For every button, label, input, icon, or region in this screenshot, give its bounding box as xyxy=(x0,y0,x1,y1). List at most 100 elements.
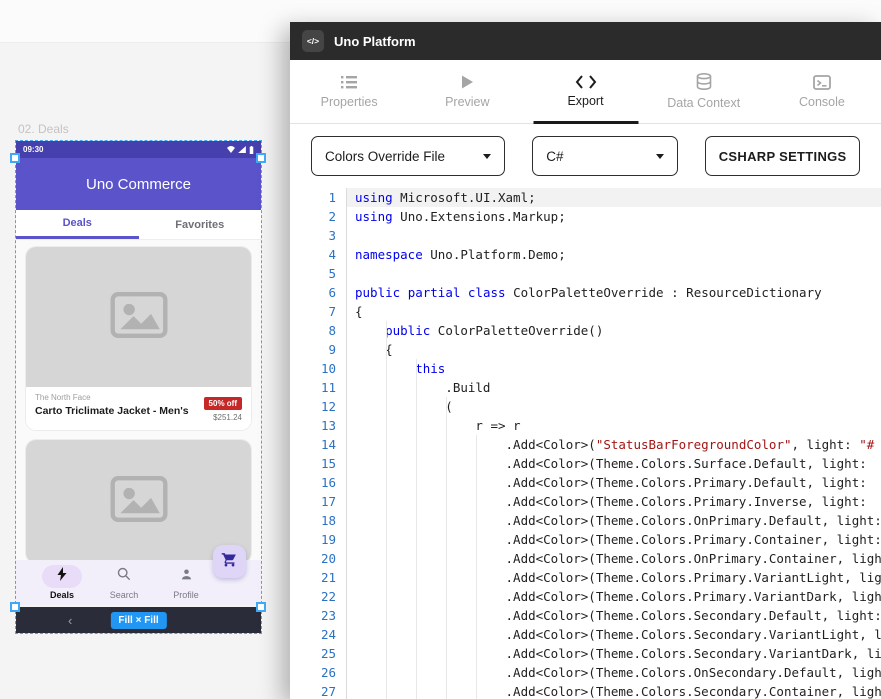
product-title: Carto Triclimate Jacket - Men's xyxy=(35,405,204,417)
line-number: 1 xyxy=(290,188,347,207)
code-line[interactable]: 15 .Add<Color>(Theme.Colors.Surface.Defa… xyxy=(290,454,881,473)
app-tab-deals[interactable]: Deals xyxy=(16,210,139,239)
line-number: 4 xyxy=(290,245,347,264)
line-number: 8 xyxy=(290,321,347,340)
panel-tab-console[interactable]: Console xyxy=(763,60,881,123)
code-line[interactable]: 20 .Add<Color>(Theme.Colors.OnPrimary.Co… xyxy=(290,549,881,568)
code-line[interactable]: 7 { xyxy=(290,302,881,321)
code-line[interactable]: 14 .Add<Color>("StatusBarForegroundColor… xyxy=(290,435,881,454)
chevron-down-icon xyxy=(483,154,491,159)
code-editor[interactable]: 1 using Microsoft.UI.Xaml; 2 using Uno.E… xyxy=(290,188,881,699)
selection-handle-top-left[interactable] xyxy=(10,153,20,163)
product-card[interactable] xyxy=(26,440,251,560)
frame-label[interactable]: 02. Deals xyxy=(18,122,69,136)
line-number: 18 xyxy=(290,511,347,530)
line-number: 23 xyxy=(290,606,347,625)
code-line[interactable]: 8 public ColorPaletteOverride() xyxy=(290,321,881,340)
panel-tab-export[interactable]: Export xyxy=(526,60,644,123)
line-number: 16 xyxy=(290,473,347,492)
line-number: 15 xyxy=(290,454,347,473)
lightning-icon xyxy=(56,567,68,586)
app-tab-favorites[interactable]: Favorites xyxy=(139,210,262,239)
product-brand: The North Face xyxy=(35,393,204,402)
panel-tab-properties[interactable]: Properties xyxy=(290,60,408,123)
battery-icon xyxy=(249,146,254,154)
line-number: 3 xyxy=(290,226,347,245)
signal-icon xyxy=(238,146,246,153)
code-line[interactable]: 11 .Build xyxy=(290,378,881,397)
cart-icon xyxy=(221,551,238,573)
image-placeholder-icon xyxy=(110,292,168,343)
code-line[interactable]: 12 ( xyxy=(290,397,881,416)
product-card[interactable]: The North Face Carto Triclimate Jacket -… xyxy=(26,247,251,430)
line-number: 24 xyxy=(290,625,347,644)
code-line[interactable]: 3 xyxy=(290,226,881,245)
properties-icon xyxy=(339,74,359,90)
line-number: 26 xyxy=(290,663,347,682)
line-number: 9 xyxy=(290,340,347,359)
bottom-nav-item-deals[interactable]: Deals xyxy=(31,560,93,605)
code-line[interactable]: 24 .Add<Color>(Theme.Colors.Secondary.Va… xyxy=(290,625,881,644)
selection-handle-bottom-left[interactable] xyxy=(10,602,20,612)
code-line[interactable]: 4 namespace Uno.Platform.Demo; xyxy=(290,245,881,264)
uno-platform-panel: </> Uno Platform Properties Preview Expo… xyxy=(290,22,881,699)
app-title: Uno Commerce xyxy=(86,176,191,193)
line-number: 6 xyxy=(290,283,347,302)
image-placeholder-icon xyxy=(110,476,168,527)
fill-size-badge[interactable]: Fill × Fill xyxy=(110,612,166,629)
code-line[interactable]: 5 xyxy=(290,264,881,283)
code-line[interactable]: 19 .Add<Color>(Theme.Colors.Primary.Cont… xyxy=(290,530,881,549)
code-line[interactable]: 21 .Add<Color>(Theme.Colors.Primary.Vari… xyxy=(290,568,881,587)
chevron-down-icon xyxy=(656,154,664,159)
code-line[interactable]: 10 this xyxy=(290,359,881,378)
file-type-dropdown[interactable]: Colors Override File xyxy=(311,136,505,176)
product-price: $251.24 xyxy=(204,413,242,422)
line-number: 7 xyxy=(290,302,347,321)
code-line[interactable]: 18 .Add<Color>(Theme.Colors.OnPrimary.De… xyxy=(290,511,881,530)
code-line[interactable]: 25 .Add<Color>(Theme.Colors.Secondary.Va… xyxy=(290,644,881,663)
back-chevron-icon[interactable]: ‹ xyxy=(68,614,72,627)
panel-tab-bar: Properties Preview Export Data Context C… xyxy=(290,60,881,124)
line-number: 22 xyxy=(290,587,347,606)
bottom-nav-item-search[interactable]: Search xyxy=(93,560,155,605)
code-line[interactable]: 9 { xyxy=(290,340,881,359)
console-icon xyxy=(813,75,831,90)
code-line[interactable]: 1 using Microsoft.UI.Xaml; xyxy=(290,188,881,207)
line-number: 13 xyxy=(290,416,347,435)
product-image-placeholder xyxy=(26,247,251,387)
line-number: 2 xyxy=(290,207,347,226)
line-number: 12 xyxy=(290,397,347,416)
code-line[interactable]: 26 .Add<Color>(Theme.Colors.OnSecondary.… xyxy=(290,663,881,682)
line-number: 11 xyxy=(290,378,347,397)
language-dropdown[interactable]: C# xyxy=(532,136,678,176)
selection-handle-top-right[interactable] xyxy=(256,153,266,163)
profile-icon xyxy=(180,568,193,586)
csharp-settings-button[interactable]: CSHARP SETTINGS xyxy=(705,136,860,176)
wifi-icon xyxy=(227,146,235,153)
deals-list: The North Face Carto Triclimate Jacket -… xyxy=(16,240,261,560)
line-number: 19 xyxy=(290,530,347,549)
code-line[interactable]: 13 r => r xyxy=(290,416,881,435)
app-bar: Uno Commerce xyxy=(16,158,261,210)
search-icon xyxy=(117,567,131,586)
code-line[interactable]: 6 public partial class ColorPaletteOverr… xyxy=(290,283,881,302)
bottom-nav-item-profile[interactable]: Profile xyxy=(155,560,217,605)
code-line[interactable]: 16 .Add<Color>(Theme.Colors.Primary.Defa… xyxy=(290,473,881,492)
selection-handle-bottom-right[interactable] xyxy=(256,602,266,612)
code-line[interactable]: 23 .Add<Color>(Theme.Colors.Secondary.De… xyxy=(290,606,881,625)
code-line[interactable]: 17 .Add<Color>(Theme.Colors.Primary.Inve… xyxy=(290,492,881,511)
code-line[interactable]: 22 .Add<Color>(Theme.Colors.Primary.Vari… xyxy=(290,587,881,606)
panel-tab-data-context[interactable]: Data Context xyxy=(645,60,763,123)
line-number: 27 xyxy=(290,682,347,699)
panel-tab-preview[interactable]: Preview xyxy=(408,60,526,123)
uno-platform-logo-icon: </> xyxy=(302,30,324,52)
phone-mockup-frame[interactable]: 09:30 Uno Commerce Deals Favorites The N… xyxy=(16,141,261,605)
export-controls: Colors Override File C# CSHARP SETTINGS xyxy=(290,124,881,188)
status-bar: 09:30 xyxy=(16,141,261,158)
line-number: 20 xyxy=(290,549,347,568)
status-time: 09:30 xyxy=(23,145,43,154)
code-line[interactable]: 27 .Add<Color>(Theme.Colors.Secondary.Co… xyxy=(290,682,881,699)
code-line[interactable]: 2 using Uno.Extensions.Markup; xyxy=(290,207,881,226)
export-icon xyxy=(575,75,597,89)
cart-fab-button[interactable] xyxy=(213,545,246,578)
